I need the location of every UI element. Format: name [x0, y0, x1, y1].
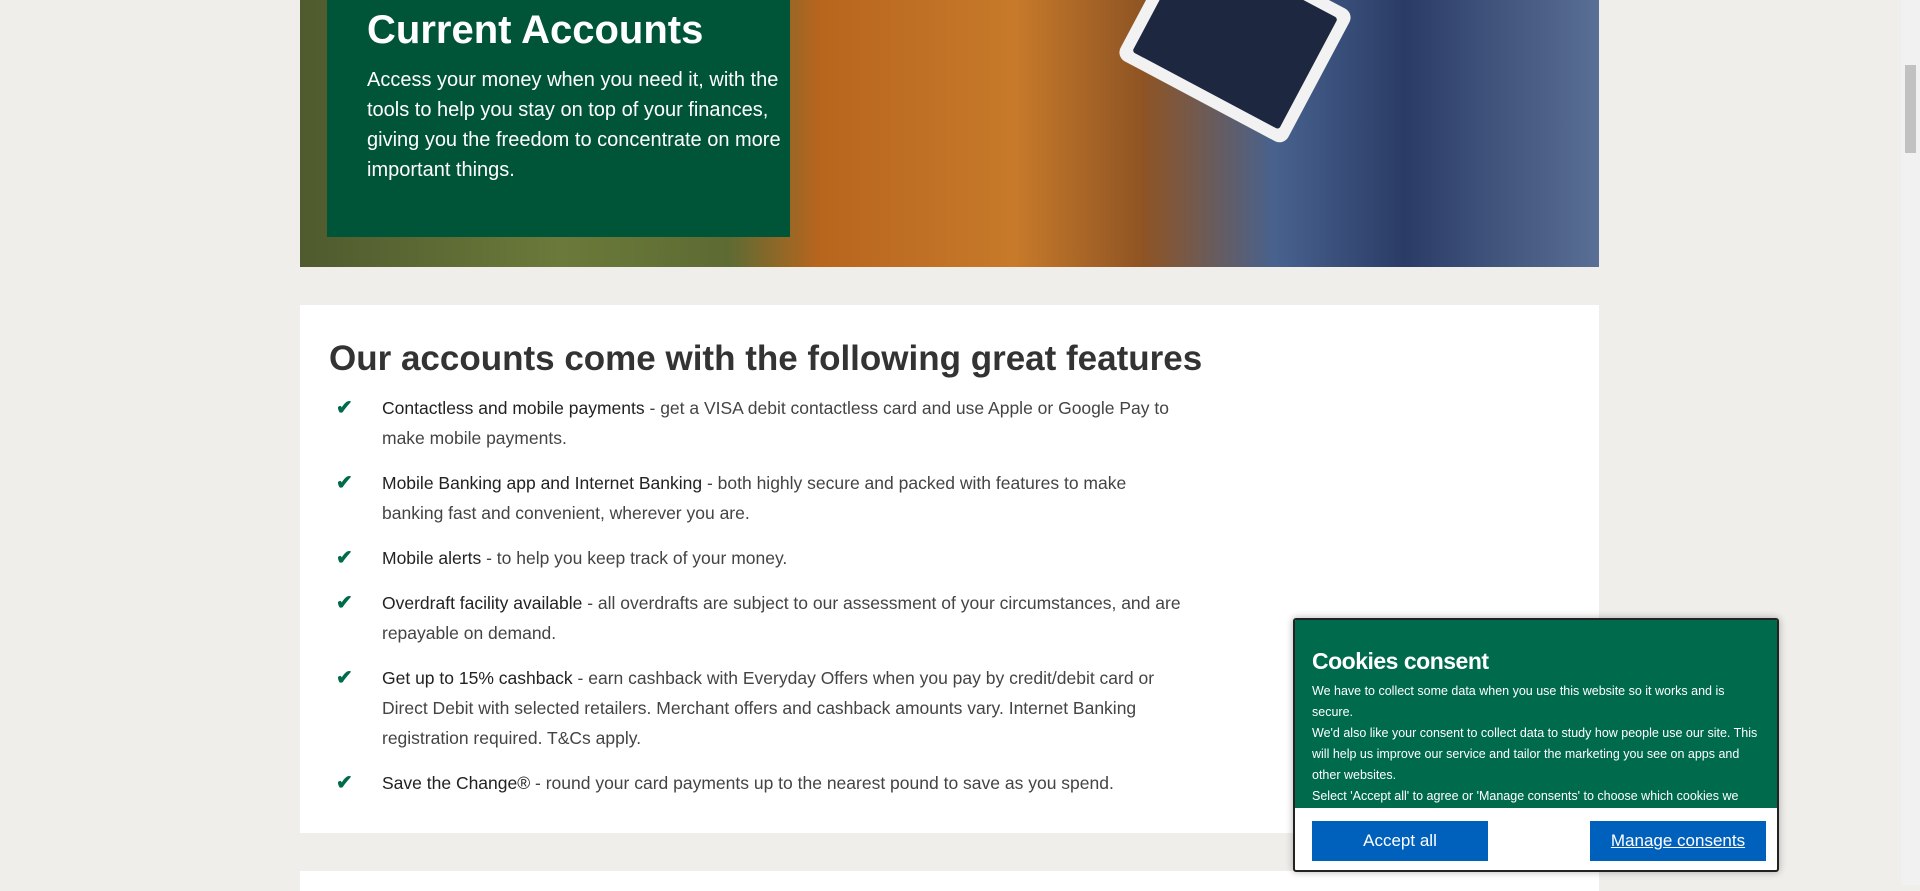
- feature-text: Mobile Banking app and Internet Banking …: [382, 468, 1189, 528]
- checkmark-icon: ✔: [336, 772, 353, 794]
- cookie-consent-dialog: Cookies consent We have to collect some …: [1293, 618, 1779, 872]
- feature-text: Get up to 15% cashback - earn cashback w…: [382, 663, 1189, 753]
- feature-title: Mobile alerts: [382, 548, 482, 568]
- cookie-title: Cookies consent: [1312, 648, 1489, 674]
- scrollbar-thumb[interactable]: [1905, 65, 1916, 153]
- feature-title: Mobile Banking app and Internet Banking: [382, 473, 703, 493]
- feature-text: Save the Change® - round your card payme…: [382, 768, 1189, 798]
- hero-panel: Current Accounts Access your money when …: [327, 0, 790, 237]
- feature-item: ✔ Mobile Banking app and Internet Banking…: [329, 468, 1189, 528]
- cookie-text-1: We have to collect some data when you us…: [1312, 684, 1725, 719]
- accept-all-button[interactable]: Accept all: [1312, 821, 1488, 861]
- feature-text: Overdraft facility available - all overd…: [382, 588, 1189, 648]
- page-title: Current Accounts: [367, 8, 704, 52]
- feature-description: - to help you keep track of your money.: [481, 548, 788, 568]
- feature-title: Contactless and mobile payments: [382, 398, 645, 418]
- checkmark-icon: ✔: [336, 667, 353, 689]
- feature-item: ✔ Contactless and mobile payments - get a…: [329, 393, 1189, 453]
- feature-text: Contactless and mobile payments - get a …: [382, 393, 1189, 453]
- feature-item: ✔ Get up to 15% cashback - earn cashback …: [329, 663, 1189, 753]
- checkmark-icon: ✔: [336, 592, 353, 614]
- feature-description: - round your card payments up to the nea…: [530, 773, 1114, 793]
- next-section-card: [300, 871, 1599, 891]
- feature-text: Mobile alerts - to help you keep track o…: [382, 543, 1189, 573]
- checkmark-icon: ✔: [336, 397, 353, 419]
- manage-consents-button[interactable]: Manage consents: [1590, 821, 1766, 861]
- feature-item: ✔ Overdraft facility available - all over…: [329, 588, 1189, 648]
- cookie-text-2: We'd also like your consent to collect d…: [1312, 726, 1758, 782]
- scrollbar[interactable]: [1901, 0, 1920, 885]
- feature-item: ✔ Save the Change® - round your card paym…: [329, 768, 1189, 798]
- feature-title: Overdraft facility available: [382, 593, 583, 613]
- checkmark-icon: ✔: [336, 472, 353, 494]
- feature-item: ✔ Mobile alerts - to help you keep track …: [329, 543, 1189, 573]
- hero-description: Access your money when you need it, with…: [367, 69, 781, 181]
- feature-title: Save the Change®: [382, 773, 531, 793]
- checkmark-icon: ✔: [336, 547, 353, 569]
- features-heading: Our accounts come with the following gre…: [329, 339, 1203, 378]
- hero-banner: Current Accounts Access your money when …: [300, 0, 1599, 267]
- feature-title: Get up to 15% cashback: [382, 668, 573, 688]
- tablet-image: [1115, 0, 1355, 146]
